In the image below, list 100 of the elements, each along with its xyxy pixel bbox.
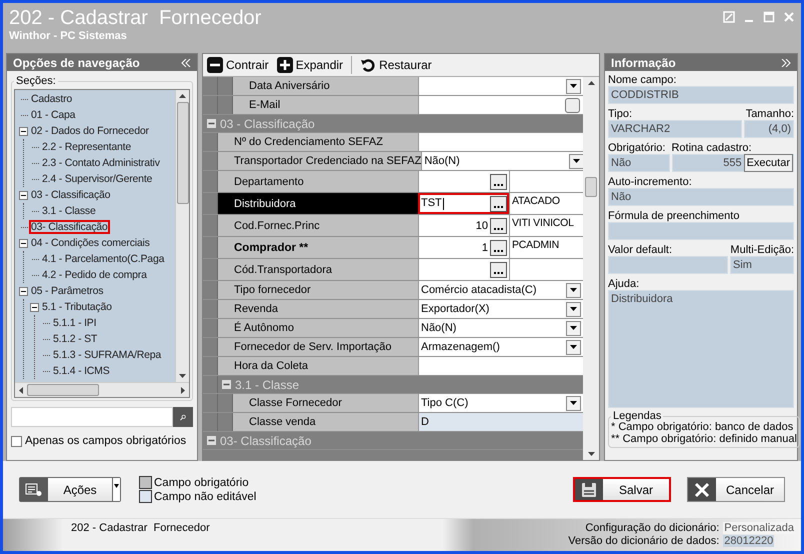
scrollbar-thumb[interactable]: [585, 177, 597, 197]
scrollbar-thumb[interactable]: [27, 384, 99, 396]
info-value: CODDISTRIB: [608, 86, 794, 104]
tree-item[interactable]: Cadastro: [30, 93, 74, 105]
collapse-panel-icon[interactable]: [181, 58, 191, 66]
arrow-right-icon[interactable]: [181, 386, 185, 394]
panel-title: Opções de navegação: [13, 56, 140, 70]
actions-button[interactable]: Ações: [19, 477, 121, 502]
field-value[interactable]: Comércio atacadista(C): [418, 281, 583, 299]
field-value[interactable]: 10: [418, 215, 509, 236]
tree-item[interactable]: 5.1 - Tributação: [41, 301, 113, 313]
tree-item[interactable]: 3.1 - Classe: [41, 205, 97, 217]
dropdown-button[interactable]: [566, 78, 581, 94]
vertical-scrollbar[interactable]: [583, 77, 599, 460]
ellipsis-button[interactable]: [490, 218, 507, 234]
field-value[interactable]: [418, 96, 583, 114]
field-label[interactable]: Classe Fornecedor: [233, 394, 418, 412]
arrow-up-icon[interactable]: [588, 81, 594, 85]
scrollbar-thumb[interactable]: [176, 102, 188, 204]
tree-item[interactable]: 05 - Parâmetros: [30, 285, 104, 297]
field-value[interactable]: Não(N): [421, 152, 583, 170]
field-label[interactable]: Cód.Transportadora: [218, 259, 418, 280]
tree-item[interactable]: 2.2 - Representante: [41, 141, 132, 153]
field-value[interactable]: Tipo C(C): [418, 394, 583, 412]
tree-item[interactable]: 03 - Classificação: [30, 189, 112, 201]
toolbar-button[interactable]: Contrair: [207, 57, 269, 73]
field-value[interactable]: D: [418, 413, 583, 431]
ellipsis-button[interactable]: [490, 262, 507, 278]
field-label[interactable]: Classe venda: [233, 413, 418, 431]
expand-panel-icon[interactable]: [781, 58, 791, 66]
search-field[interactable]: [11, 407, 173, 427]
panel-title: Informação: [611, 56, 676, 70]
field-label[interactable]: Fornecedor de Serv. Importação: [218, 338, 418, 356]
field-value[interactable]: Armazenagem(): [418, 338, 583, 356]
collapse-icon[interactable]: [19, 190, 28, 200]
ellipsis-button[interactable]: [490, 174, 507, 190]
execute-button[interactable]: Executar: [744, 154, 793, 172]
tree-item[interactable]: 2.3 - Contato Administrativ: [41, 157, 161, 169]
search-button[interactable]: [173, 407, 193, 427]
cancel-button[interactable]: Cancelar: [687, 477, 785, 502]
field-label[interactable]: Distribuidora: [218, 193, 418, 214]
field-value[interactable]: 1: [418, 237, 509, 258]
info-value: Não: [608, 154, 670, 172]
dropdown-button[interactable]: [566, 340, 581, 354]
vertical-scrollbar[interactable]: [175, 90, 189, 382]
tree-item[interactable]: 5.1.4 - ICMS: [52, 365, 111, 377]
field-value[interactable]: [418, 171, 509, 192]
caret-icon: [570, 307, 577, 311]
field-label[interactable]: Nº do Credenciamento SEFAZ: [218, 133, 418, 151]
tree-item[interactable]: 5.1.1 - IPI: [52, 317, 98, 329]
ellipsis-button[interactable]: [490, 196, 507, 212]
arrow-down-icon[interactable]: [588, 452, 594, 456]
field-label[interactable]: Comprador **: [218, 237, 418, 258]
field-label[interactable]: E-Mail: [233, 96, 418, 114]
description-cell: ATACADO: [509, 193, 583, 214]
field-label[interactable]: Hora da Coleta: [218, 357, 418, 375]
collapse-icon[interactable]: [19, 286, 28, 296]
tree-item[interactable]: 02 - Dados do Fornecedor: [30, 125, 150, 137]
field-label[interactable]: Revenda: [218, 300, 418, 318]
field-value[interactable]: [418, 133, 583, 151]
arrow-down-icon[interactable]: [179, 374, 186, 378]
collapse-icon[interactable]: [19, 126, 28, 136]
field-value[interactable]: Não(N): [418, 319, 583, 337]
field-label[interactable]: Tipo fornecedor: [218, 281, 418, 299]
checkbox[interactable]: [11, 436, 22, 446]
field-value[interactable]: [418, 357, 583, 375]
save-button[interactable]: Salvar: [573, 477, 671, 502]
dropdown-button[interactable]: [566, 302, 581, 316]
horizontal-scrollbar[interactable]: [15, 382, 189, 397]
tree-item[interactable]: 03- Classificação: [30, 221, 109, 233]
tree-item[interactable]: 4.1 - Parcelamento(C.Paga: [41, 253, 166, 265]
dropdown-button[interactable]: [566, 320, 581, 336]
caret-icon[interactable]: [114, 484, 119, 488]
ellipsis-button[interactable]: [490, 240, 507, 256]
tree-item[interactable]: 4.2 - Pedido de compra: [41, 269, 148, 281]
collapse-icon[interactable]: [30, 302, 39, 312]
tree-item[interactable]: 5.1.2 - ST: [52, 333, 98, 345]
field-label[interactable]: Transportador Credenciado na SEFAZ: [218, 152, 422, 170]
dropdown-button[interactable]: [569, 154, 583, 168]
arrow-up-icon[interactable]: [179, 94, 186, 98]
field-label[interactable]: Departamento: [218, 171, 418, 192]
dropdown-button[interactable]: [566, 282, 581, 298]
tree-item[interactable]: 2.4 - Supervisor/Gerente: [41, 173, 154, 185]
field-value[interactable]: [418, 259, 509, 280]
collapse-icon[interactable]: [19, 238, 28, 248]
field-value[interactable]: [418, 77, 583, 95]
status-text: 202 - Cadastrar Fornecedor: [71, 522, 210, 536]
field-label[interactable]: É Autônomo: [218, 319, 418, 337]
field-label[interactable]: Cod.Fornec.Princ: [218, 215, 418, 236]
tree-item[interactable]: 04 - Condições comerciais: [30, 237, 151, 249]
tree-item[interactable]: 01 - Capa: [30, 109, 76, 121]
field-value[interactable]: Exportador(X): [418, 300, 583, 318]
tree-item[interactable]: 5.1.3 - SUFRAMA/Repa: [52, 349, 162, 361]
checkbox-label: Apenas os campos obrigatórios: [25, 435, 186, 447]
field-value[interactable]: TST: [418, 193, 509, 214]
field-label[interactable]: Data Aniversário: [233, 77, 418, 95]
dropdown-button[interactable]: [566, 396, 581, 410]
toolbar-button[interactable]: Expandir: [276, 57, 344, 73]
arrow-left-icon[interactable]: [19, 386, 23, 394]
toolbar-button[interactable]: Restaurar: [360, 57, 432, 73]
